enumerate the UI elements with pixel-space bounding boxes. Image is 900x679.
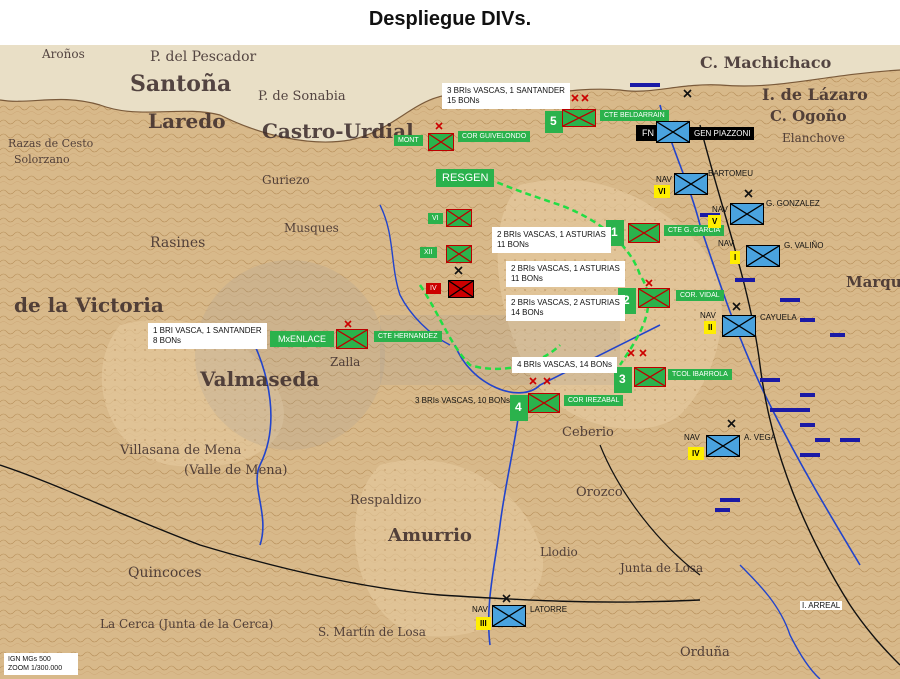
place-victoria: de la Victoria — [14, 293, 164, 317]
place-orduna: Orduña — [680, 645, 730, 660]
place-llodio: Llodio — [540, 545, 578, 559]
place-marquina: Marquin — [846, 273, 900, 291]
nav-iii-number: III — [476, 617, 491, 630]
place-pescador: P. del Pescador — [150, 49, 257, 65]
resgen-box: RESGEN — [436, 169, 495, 187]
nav-iv-symbol — [706, 435, 740, 457]
unit-2-symbol — [638, 288, 670, 308]
g-gonzalez-label: G. GONZALEZ — [766, 199, 820, 208]
unit-mont-symbol — [428, 133, 454, 151]
nav-i-symbol — [746, 245, 780, 267]
division-5-number: 5 — [550, 114, 557, 128]
place-machichaco: C. Machichaco — [700, 53, 832, 72]
place-razas: Razas de Cesto — [8, 137, 94, 150]
division-1-number: 1 — [611, 225, 618, 239]
place-quincoces: Quincoces — [128, 565, 202, 581]
map-title: Despliegue DIVs. — [368, 8, 532, 30]
place-lacerca: La Cerca (Junta de la Cerca) — [100, 617, 274, 631]
place-elanchove: Elanchove — [782, 131, 846, 145]
place-zalla: Zalla — [330, 355, 361, 369]
vi-label: VI — [428, 213, 443, 224]
division-3-number: 3 — [619, 372, 626, 386]
gen-piazzoni-label: GEN PIAZZONI — [690, 127, 755, 140]
nav-iv-number: IV — [688, 447, 704, 460]
place-santona: Santoña — [130, 71, 232, 97]
fn-unit-symbol — [656, 121, 690, 143]
cte-hernandez-box: CTE HERNANDEZ — [374, 331, 442, 342]
place-lazaro: I. de Lázaro — [762, 85, 868, 104]
nav-v-symbol — [730, 203, 764, 225]
g-valino-label: G. VALIÑO — [784, 241, 824, 250]
nav-iv-tag: NAV — [684, 433, 700, 442]
nav-vi-symbol — [674, 173, 708, 195]
nav-ii-tag: NAV — [700, 311, 716, 320]
cor-irezabal-box: COR IREZABAL — [564, 395, 624, 406]
strength-note-7: 3 BRIs VASCAS, 10 BONs — [415, 396, 510, 405]
mxenlace-box: MxENLACE — [270, 331, 335, 347]
nav-i-tag: NAV — [718, 239, 734, 248]
place-villasana: Villasana de Mena — [120, 443, 242, 458]
cte-beldarrain-box: CTE BELDARRAIN — [600, 110, 669, 121]
place-sonabia: P. de Sonabia — [258, 89, 346, 104]
place-solorzano: Solorzano — [14, 153, 70, 166]
place-laredo: Laredo — [148, 109, 226, 133]
place-valmaseda: Valmaseda — [200, 367, 320, 391]
place-mena: (Valle de Mena) — [184, 463, 288, 478]
place-amurrio: Amurrio — [388, 525, 472, 546]
place-ceberio: Ceberio — [562, 425, 614, 440]
nav-v-tag: NAV — [712, 205, 728, 214]
page: { "title": "Despliegue DIVs.", "places":… — [0, 0, 900, 679]
unit-4-symbol — [528, 393, 560, 413]
map-scale-note: IGN MGs 500 ZOOM 1/300.000 — [4, 653, 78, 675]
place-guriezo: Guriezo — [262, 173, 310, 187]
unit-5-symbol — [562, 109, 596, 127]
nav-iii-symbol — [492, 605, 526, 627]
unit-iv-symbol — [448, 280, 474, 298]
place-losa: Junta de Losa — [620, 561, 704, 575]
place-rasines: Rasines — [150, 235, 206, 251]
bartomeu-label: BARTOMEU — [708, 169, 754, 178]
place-respaldiza: Respaldizo — [350, 493, 422, 508]
strength-note-3: 2 BRIs VASCAS, 1 ASTURIAS 11 BONs — [506, 261, 625, 287]
i-arreal-label: I. ARREAL — [800, 601, 843, 610]
a-vega-label: A. VEGA — [744, 433, 777, 442]
nav-iii-tag: NAV — [472, 605, 488, 614]
place-aroneos: Aroños — [42, 47, 85, 61]
nav-ii-symbol — [722, 315, 756, 337]
nav-ii-number: II — [704, 321, 717, 334]
latorre-label: LATORRE — [530, 605, 568, 614]
strength-note-1: 3 BRIs VASCAS, 1 SANTANDER 15 BONs — [442, 83, 570, 109]
division-5-box: 5 — [545, 111, 563, 133]
tcol-ibarrola-box: TCOL IBARROLA — [668, 369, 732, 380]
unit-xii-symbol — [446, 245, 472, 263]
strength-note-2: 2 BRIs VASCAS, 1 ASTURIAS 11 BONs — [492, 227, 611, 253]
xii-label: XII — [420, 247, 437, 258]
place-sanmartin: S. Martín de Losa — [318, 625, 426, 639]
unit-mxenlace-symbol — [336, 329, 368, 349]
strength-note-4: 2 BRIs VASCAS, 2 ASTURIAS 14 BONs — [506, 295, 625, 321]
iv-red-label: IV — [426, 283, 441, 294]
strength-note-6: 4 BRIs VASCAS, 14 BONs — [512, 357, 617, 373]
place-ogono: C. Ogoño — [770, 107, 847, 125]
unit-vi-symbol — [446, 209, 472, 227]
division-4-number: 4 — [515, 400, 522, 414]
cor-vidal-box: COR. VIDAL — [676, 290, 724, 301]
place-castro: Castro-Urdial — [262, 119, 414, 143]
place-musques: Musques — [284, 221, 339, 235]
nav-vi-number: VI — [654, 185, 670, 198]
unit-1-symbol — [628, 223, 660, 243]
cayuela-label: CAYUELA — [760, 313, 797, 322]
mont-box: MONT — [394, 135, 423, 146]
unit-3-symbol — [634, 367, 666, 387]
place-orozco: Orozco — [576, 485, 623, 500]
cor-guivelondo-box: COR GUIVELONDO — [458, 131, 531, 142]
nav-v-number: V — [708, 215, 722, 228]
nav-vi-tag: NAV — [656, 175, 672, 184]
map-area: Aroños P. del Pescador Santoña P. de Son… — [0, 45, 900, 679]
strength-note-5: 1 BRI VASCA, 1 SANTANDER 8 BONs — [148, 323, 267, 349]
nav-i-number: I — [730, 251, 741, 264]
